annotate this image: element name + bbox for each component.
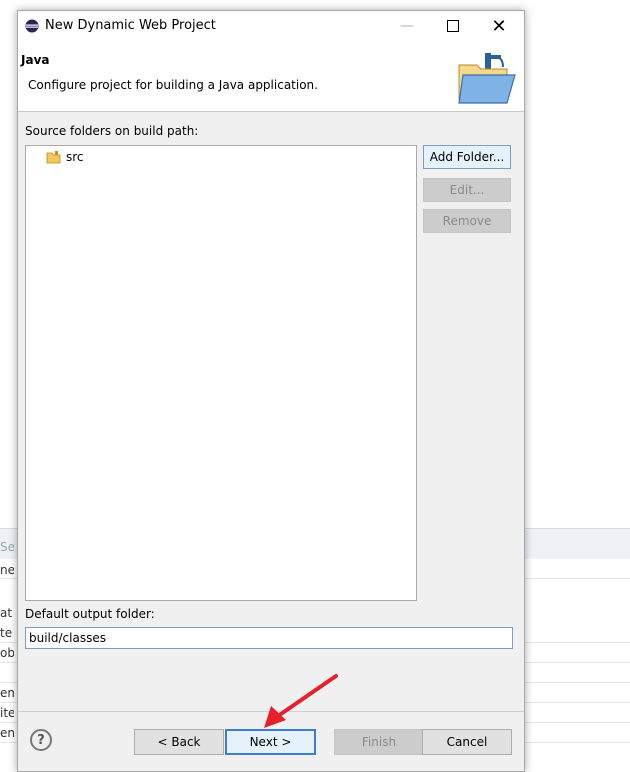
eclipse-icon <box>25 19 39 33</box>
folder-icon <box>46 151 61 164</box>
background-text: en <box>0 726 14 740</box>
java-folder-graphic <box>458 53 516 104</box>
close-button[interactable]: ✕ <box>476 11 522 41</box>
maximize-icon <box>447 20 459 32</box>
wizard-banner: Java Configure project for building a Ja… <box>18 41 524 112</box>
source-folders-label: Source folders on build path: <box>25 124 199 138</box>
next-button[interactable]: Next > <box>225 729 316 755</box>
add-folder-button[interactable]: Add Folder... <box>423 145 511 169</box>
output-folder-label: Default output folder: <box>25 607 155 621</box>
page-description: Configure project for building a Java ap… <box>28 78 318 92</box>
window-title: New Dynamic Web Project <box>45 18 216 33</box>
background-text: ne <box>0 563 14 577</box>
page-title: Java <box>21 53 50 67</box>
list-item[interactable]: src <box>46 150 84 164</box>
source-folder-name: src <box>66 150 84 164</box>
remove-button[interactable]: Remove <box>423 209 511 233</box>
cancel-button[interactable]: Cancel <box>422 729 512 755</box>
background-text: ite <box>0 706 14 720</box>
background-text: ob <box>0 646 14 660</box>
new-dynamic-web-project-dialog: New Dynamic Web Project — ✕ Java Configu… <box>17 10 525 772</box>
output-folder-input[interactable] <box>25 627 513 649</box>
background-text: at <box>0 606 13 620</box>
background-text: em <box>0 686 14 700</box>
finish-button[interactable]: Finish <box>334 729 424 755</box>
background-text: te <box>0 626 13 640</box>
source-folders-list[interactable]: src <box>25 145 417 601</box>
title-bar[interactable]: New Dynamic Web Project — ✕ <box>18 11 524 41</box>
edit-button[interactable]: Edit... <box>423 178 511 202</box>
maximize-button[interactable] <box>430 11 476 41</box>
help-icon[interactable]: ? <box>30 729 52 751</box>
footer-divider <box>18 711 524 712</box>
close-icon: ✕ <box>491 15 507 37</box>
minimize-button[interactable]: — <box>384 11 430 41</box>
background-text: Se <box>0 540 14 554</box>
back-button[interactable]: < Back <box>134 729 224 755</box>
